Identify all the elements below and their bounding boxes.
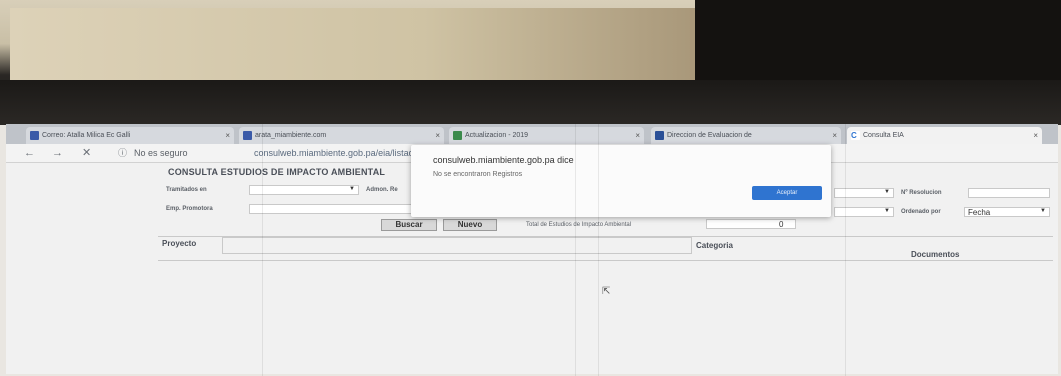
tramitados-select[interactable]: ▼: [249, 185, 359, 195]
tab-direccion[interactable]: Direccion de Evaluacion de ×: [651, 127, 841, 144]
moire-line: [262, 124, 263, 376]
proyecto-filter-box[interactable]: [222, 237, 692, 254]
sheet-icon: [453, 131, 462, 140]
close-icon[interactable]: ✕: [82, 144, 91, 162]
c-favicon-icon: C: [851, 131, 860, 140]
info-icon: ⓘ: [118, 148, 128, 158]
back-arrow-icon[interactable]: ←: [24, 144, 35, 162]
tramitados-label: Tramitados en: [166, 187, 207, 193]
photo-book-edge: [10, 8, 700, 82]
mouse-pointer-icon: ⇱: [602, 286, 611, 297]
page-title: CONSULTA ESTUDIOS DE IMPACTO AMBIENTAL: [168, 167, 386, 177]
forward-arrow-icon[interactable]: →: [52, 144, 63, 162]
resolucion-label: Nº Resolucion: [901, 190, 942, 196]
close-icon[interactable]: ×: [435, 127, 440, 144]
tab-consulta-eia[interactable]: C Consulta EIA ×: [847, 127, 1042, 144]
mail-icon: [30, 131, 39, 140]
emp-promotora-label: Emp. Promotora: [166, 206, 213, 212]
chevron-down-icon: ▼: [349, 186, 355, 192]
close-icon[interactable]: ×: [832, 127, 837, 144]
accept-button[interactable]: Aceptar: [752, 186, 822, 200]
alert-dialog: consulweb.miambiente.gob.pa dice No se e…: [411, 145, 831, 217]
buscar-button[interactable]: Buscar: [381, 219, 437, 231]
browser-window: Correo: Atalla Milica Ec Galli × arata_m…: [6, 124, 1058, 374]
close-icon[interactable]: ×: [635, 127, 640, 144]
col-categoria: Categoria: [696, 241, 733, 250]
moire-line: [598, 124, 599, 376]
close-icon[interactable]: ×: [1033, 127, 1038, 144]
ordenado-select[interactable]: Fecha ▼: [964, 207, 1050, 217]
moire-line: [575, 124, 576, 376]
nuevo-button[interactable]: Nuevo: [443, 219, 497, 231]
total-label: Total de Estudios de Impacto Ambiental: [526, 222, 632, 228]
tab-bar: Correo: Atalla Milica Ec Galli × arata_m…: [6, 124, 1058, 144]
table-header-border: [158, 260, 1053, 261]
monitor-bezel: [0, 80, 1061, 125]
chevron-down-icon: ▼: [884, 208, 890, 214]
moire-line: [845, 124, 846, 376]
emp-promotora-input[interactable]: [249, 204, 414, 214]
dialog-message: No se encontraron Registros: [433, 171, 523, 178]
col-proyecto: Proyecto: [162, 239, 197, 248]
dialog-title: consulweb.miambiente.gob.pa dice: [433, 155, 574, 165]
close-icon[interactable]: ×: [225, 127, 230, 144]
filter-select[interactable]: ▼: [834, 207, 894, 217]
col-documentos: Documentos: [911, 250, 960, 259]
chevron-down-icon: ▼: [884, 189, 890, 195]
page-icon: [655, 131, 664, 140]
resolucion-input[interactable]: [968, 188, 1050, 198]
admon-select[interactable]: ▼: [834, 188, 894, 198]
chevron-down-icon: ▼: [1040, 208, 1046, 214]
tab-actualizacion[interactable]: Actualizacion - 2019 ×: [449, 127, 644, 144]
tab-arata[interactable]: arata_miambiente.com ×: [239, 127, 444, 144]
ordenado-label: Ordenado por: [901, 209, 941, 215]
photo-background-top: [0, 0, 1061, 125]
mail-icon: [243, 131, 252, 140]
total-field: 0: [706, 219, 796, 229]
tab-correo[interactable]: Correo: Atalla Milica Ec Galli ×: [26, 127, 234, 144]
security-label: No es seguro: [134, 148, 188, 158]
admon-label: Admon. Re: [366, 187, 398, 193]
